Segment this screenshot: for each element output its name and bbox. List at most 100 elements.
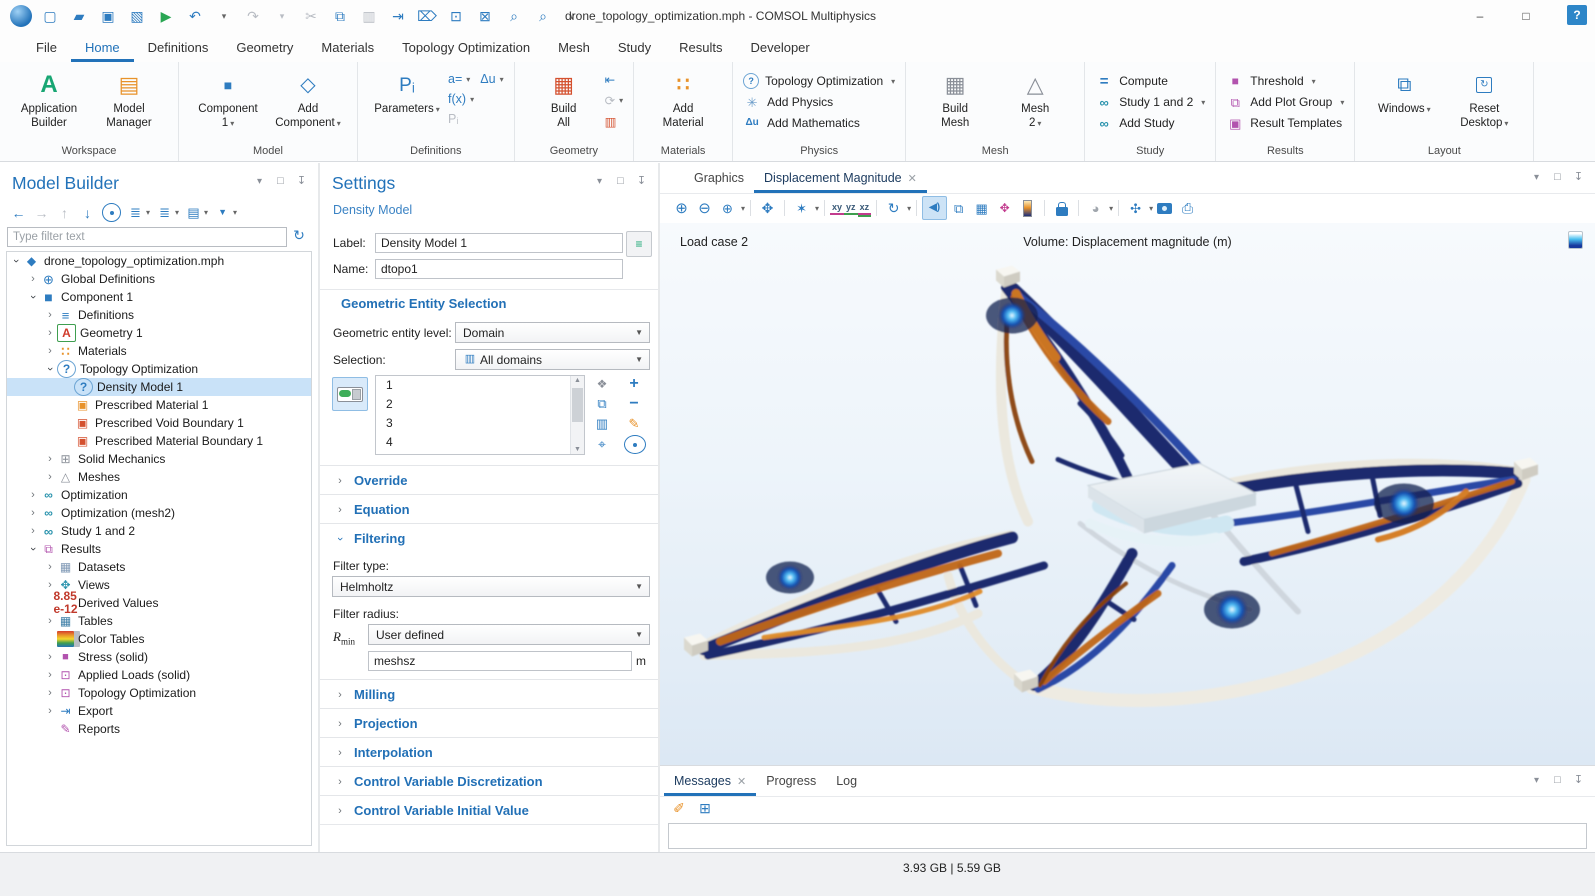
expand-button[interactable]: ≣▾ — [127, 204, 150, 221]
graphics-canvas[interactable]: Load case 2 Volume: Displacement magnitu… — [660, 223, 1595, 765]
redo-caret-icon[interactable]: ▾ — [271, 5, 293, 27]
tree-item-color-tables[interactable]: Color Tables — [7, 630, 311, 648]
ribbon-result-templates-button[interactable]: ▣Result Templates — [1226, 115, 1344, 131]
back-button[interactable]: ← — [10, 204, 27, 221]
new-file-icon[interactable]: ▢ — [39, 5, 61, 27]
zoom-in-button[interactable]: ⊕ — [670, 197, 693, 219]
maximize-icon[interactable]: □ — [1503, 0, 1549, 32]
zoom-to-selection-icon[interactable]: ⌖ — [592, 435, 612, 452]
panel-pin-icon[interactable]: ↧ — [1572, 774, 1585, 787]
selection-dropdown[interactable]: ▥ All domains▼ — [455, 349, 650, 370]
menu-tab-definitions[interactable]: Definitions — [134, 32, 223, 62]
print-button[interactable]: ⎙ — [1176, 197, 1199, 219]
create-selection-icon[interactable]: ❖ — [592, 375, 612, 392]
zoom-box-button[interactable]: ⊕ — [716, 197, 739, 219]
menu-tab-results[interactable]: Results — [665, 32, 736, 62]
tab-messages[interactable]: Messages✕ — [664, 766, 756, 796]
axes-button[interactable]: ✥ — [993, 197, 1016, 219]
go-to-view-button[interactable]: ✶ — [790, 197, 813, 219]
selection-list-item[interactable]: 3 — [376, 414, 584, 433]
tree-item-geometry-1[interactable]: ›AGeometry 1 — [7, 324, 311, 342]
tree-item-stress-solid[interactable]: ›■Stress (solid) — [7, 648, 311, 666]
ribbon-model-manager-button[interactable]: ▤ModelManager — [90, 66, 168, 131]
menu-tab-file[interactable]: File — [22, 32, 71, 62]
filter-button[interactable]: ▼▾ — [214, 204, 237, 221]
forward-button[interactable]: → — [33, 204, 50, 221]
selection-list[interactable]: 1234 ▲ ▼ — [375, 375, 585, 455]
ribbon-topology-optimization-button[interactable]: ?Topology Optimization▾ — [743, 73, 895, 89]
section-interpolation[interactable]: ›Interpolation — [320, 737, 658, 767]
chevron-right-icon[interactable]: › — [26, 489, 40, 501]
chevron-down-icon[interactable]: › — [27, 290, 39, 304]
tree-item-reports[interactable]: ✎Reports — [7, 720, 311, 738]
tab-log[interactable]: Log — [826, 766, 867, 796]
section-milling[interactable]: ›Milling — [320, 679, 658, 709]
tree-filter-input[interactable] — [7, 227, 287, 247]
ribbon-add-component-button[interactable]: ◇AddComponent▾ — [269, 66, 347, 131]
ribbon-add-material-button[interactable]: ∷AddMaterial — [644, 66, 722, 131]
chevron-right-icon[interactable]: › — [43, 561, 57, 573]
tree-item-prescribed-material-1[interactable]: ▣Prescribed Material 1 — [7, 396, 311, 414]
chevron-right-icon[interactable]: › — [43, 309, 57, 321]
paste-icon[interactable]: ▥ — [358, 5, 380, 27]
tree-item-density-model-1[interactable]: ?Density Model 1 — [7, 378, 311, 396]
help-button[interactable]: ? — [1567, 5, 1587, 25]
minimize-icon[interactable]: – — [1457, 0, 1503, 32]
zoom-extents-button[interactable]: ✥ — [756, 197, 779, 219]
menu-tab-study[interactable]: Study — [604, 32, 665, 62]
ribbon-mesh-2-button[interactable]: △Mesh2▾ — [996, 66, 1074, 131]
chevron-right-icon[interactable]: › — [26, 273, 40, 285]
section-override[interactable]: ›Override — [320, 465, 658, 495]
ribbon-threshold-button[interactable]: ■Threshold▾ — [1226, 73, 1344, 89]
chevron-right-icon[interactable]: › — [43, 687, 57, 699]
chevron-right-icon[interactable]: › — [43, 615, 57, 627]
ribbon-add-mathematics-button[interactable]: ΔuAdd Mathematics — [743, 115, 895, 131]
speaker-button[interactable]: ◀) — [922, 196, 947, 220]
panel-float-icon[interactable]: □ — [274, 175, 287, 188]
clear-selection-icon[interactable]: ✎ — [624, 415, 644, 432]
select-box-icon[interactable]: ⊡ — [445, 5, 467, 27]
panel-float-icon[interactable]: □ — [614, 175, 627, 188]
filter-type-dropdown[interactable]: Helmholtz▼ — [332, 576, 650, 597]
collapse-button[interactable]: ≣▾ — [156, 204, 179, 221]
rename-button[interactable]: ≡ — [626, 231, 652, 257]
chevron-right-icon[interactable]: › — [43, 345, 57, 357]
save-as-icon[interactable]: ▧ — [126, 5, 148, 27]
chevron-down-icon[interactable]: › — [27, 542, 39, 556]
messages-console[interactable] — [668, 823, 1587, 849]
active-selection-toggle[interactable] — [332, 377, 368, 411]
lock-button[interactable] — [1050, 197, 1073, 219]
menu-tab-topology-optimization[interactable]: Topology Optimization — [388, 32, 544, 62]
panel-pin-icon[interactable]: ↧ — [635, 175, 648, 188]
copy-selection-icon[interactable]: ⧉ — [592, 395, 612, 412]
tree-item-topology-optimization[interactable]: ›⊡Topology Optimization — [7, 684, 311, 702]
ribbon-reset-desktop-button[interactable]: ↻ResetDesktop▾ — [1445, 66, 1523, 131]
chevron-right-icon[interactable]: › — [43, 669, 57, 681]
scrollbar-thumb[interactable] — [572, 388, 583, 422]
entity-level-dropdown[interactable]: Domain▼ — [455, 322, 650, 343]
open-message-window-icon[interactable]: ⊞ — [696, 799, 714, 817]
panel-float-icon[interactable]: □ — [1551, 774, 1564, 787]
menu-tab-developer[interactable]: Developer — [736, 32, 823, 62]
tree-item-drone-topology-optimization-mph[interactable]: ›◆drone_topology_optimization.mph — [7, 252, 311, 270]
tree-item-prescribed-material-boundary-1[interactable]: ▣Prescribed Material Boundary 1 — [7, 432, 311, 450]
tree-item-component-1[interactable]: ›■Component 1 — [7, 288, 311, 306]
section-projection[interactable]: ›Projection — [320, 708, 658, 738]
section-control-variable-initial-value[interactable]: ›Control Variable Initial Value — [320, 795, 658, 825]
ribbon-functions-icon-button[interactable]: f(x)▾ — [448, 92, 474, 106]
scene-light-button[interactable]: ⧉ — [947, 197, 970, 219]
zoom-out-button[interactable]: ⊖ — [693, 197, 716, 219]
panel-menu-icon[interactable]: ▾ — [1530, 774, 1543, 787]
selection-list-item[interactable]: 4 — [376, 433, 584, 452]
panel-menu-icon[interactable]: ▾ — [1530, 171, 1543, 184]
tree-item-derived-values[interactable]: 8.85 e-12Derived Values — [7, 594, 311, 612]
tree-item-datasets[interactable]: ›▦Datasets — [7, 558, 311, 576]
grid-button[interactable]: ▦ — [970, 197, 993, 219]
environment-button[interactable]: ✣ — [1124, 197, 1147, 219]
view-xz-button[interactable]: xz — [858, 201, 872, 215]
panel-float-icon[interactable]: □ — [1551, 171, 1564, 184]
tree-item-study-1-and-2[interactable]: ›∞Study 1 and 2 — [7, 522, 311, 540]
tree-item-global-definitions[interactable]: ›⊕Global Definitions — [7, 270, 311, 288]
menu-tab-mesh[interactable]: Mesh — [544, 32, 604, 62]
tree-item-tables[interactable]: ›▦Tables — [7, 612, 311, 630]
